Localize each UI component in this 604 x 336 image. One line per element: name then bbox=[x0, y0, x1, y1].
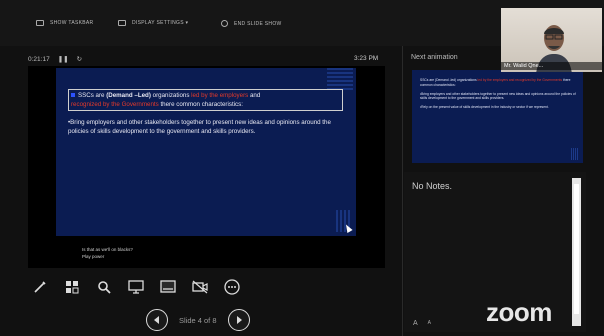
pen-tool-button[interactable] bbox=[27, 277, 53, 297]
caption-line-2: Play power bbox=[82, 254, 105, 260]
subtitles-icon bbox=[160, 280, 176, 293]
next-slide-decoration bbox=[571, 148, 579, 160]
presenter-view: SHOW TASKBAR DISPLAY SETTINGS ▾ END SLID… bbox=[0, 0, 604, 336]
current-time: 3:23 PM bbox=[354, 55, 379, 62]
camera-off-icon bbox=[192, 280, 208, 294]
next-para-1: SSCs are (Demand -led) organizations led… bbox=[420, 78, 578, 88]
end-slide-show-label: END SLIDE SHOW bbox=[234, 20, 282, 27]
display-settings-button[interactable]: DISPLAY SETTINGS ▾ bbox=[118, 20, 188, 26]
slide-tools bbox=[27, 277, 245, 297]
see-all-slides-button[interactable] bbox=[59, 277, 85, 297]
elapsed-time: 0:21:17 bbox=[28, 55, 50, 63]
next-slide-button[interactable] bbox=[227, 309, 250, 331]
end-slide-show-button[interactable]: END SLIDE SHOW bbox=[221, 20, 282, 27]
previous-icon bbox=[154, 316, 159, 324]
font-increase-button[interactable]: A bbox=[413, 320, 418, 327]
zoom-in-icon bbox=[98, 281, 111, 294]
next-slide-body: SSCs are (Demand -led) organizations led… bbox=[420, 78, 578, 110]
next-para-2: •Bring employers and other stakeholders … bbox=[420, 91, 576, 101]
headline-text-4: and bbox=[248, 92, 261, 99]
reset-icon[interactable]: ↻ bbox=[77, 55, 82, 63]
show-taskbar-label: SHOW TASKBAR bbox=[50, 20, 94, 26]
previous-slide-button[interactable] bbox=[146, 309, 168, 331]
pen-icon bbox=[34, 281, 46, 293]
black-screen-button[interactable] bbox=[123, 277, 149, 297]
slide-caption: Is that as we'll on blacks? Play power bbox=[82, 246, 133, 260]
camera-toggle-button[interactable] bbox=[187, 277, 213, 297]
next-slide-preview[interactable]: SSCs are (Demand -led) organizations led… bbox=[412, 70, 583, 163]
next-para-1b: led by the employers and recognized by t… bbox=[477, 78, 563, 82]
taskbar-icon bbox=[36, 20, 44, 26]
subtitles-button[interactable] bbox=[155, 277, 181, 297]
next-para-1a: SSCs are (Demand -led) organizations bbox=[420, 78, 478, 82]
slide-bullet: •Bring employers and other stakeholders … bbox=[68, 119, 331, 135]
headline-text-red-1: led by the employers bbox=[191, 92, 249, 99]
display-settings-label: DISPLAY SETTINGS ▾ bbox=[132, 20, 189, 26]
headline-text-3: organizations bbox=[150, 92, 192, 99]
notes-font-controls: A A bbox=[413, 320, 431, 327]
headline-text-1: SSCs are bbox=[78, 92, 107, 99]
bullet-square bbox=[71, 93, 75, 98]
see-all-slides-icon bbox=[66, 281, 79, 294]
headline-text-red-2: recognized by the Governments bbox=[71, 100, 159, 108]
notes-scrollbar[interactable] bbox=[572, 178, 581, 326]
headline-text-5: there common characteristics: bbox=[158, 100, 243, 108]
show-taskbar-button[interactable]: SHOW TASKBAR bbox=[36, 20, 93, 26]
scrollbar-thumb[interactable] bbox=[574, 184, 579, 314]
more-icon bbox=[224, 279, 240, 295]
pause-icon[interactable]: ❚❚ bbox=[58, 55, 69, 63]
next-animation-label: Next animation bbox=[411, 54, 458, 61]
participant-video[interactable]: Mr. Walid Qne... bbox=[501, 8, 602, 72]
timer: 0:21:17 ❚❚ ↻ bbox=[28, 55, 82, 64]
participant-name: Mr. Walid Qne... bbox=[501, 62, 602, 70]
more-options-button[interactable] bbox=[219, 277, 245, 297]
screen-icon bbox=[128, 280, 144, 294]
speaker-notes: No Notes. bbox=[412, 181, 453, 191]
panel-divider[interactable] bbox=[402, 46, 403, 336]
headline-text-2: (Demand –Led) bbox=[106, 92, 151, 99]
slide-indicator: Slide 4 of 8 bbox=[179, 315, 217, 325]
slide-headline: SSCs are (Demand –Led) organizations led… bbox=[68, 89, 343, 112]
slide-body: SSCs are (Demand –Led) organizations led… bbox=[68, 89, 343, 136]
font-decrease-button[interactable]: A bbox=[428, 320, 431, 327]
display-icon bbox=[118, 20, 126, 26]
end-show-icon bbox=[221, 20, 228, 27]
caption-line-1: Is that as we'll on blacks? bbox=[82, 247, 133, 252]
next-para-3: •Rely on the present value of skills dev… bbox=[420, 105, 549, 110]
zoom-in-button[interactable] bbox=[91, 277, 117, 297]
next-icon bbox=[236, 316, 242, 324]
slide-navigation: Slide 4 of 8 bbox=[146, 309, 250, 331]
zoom-watermark: zoom bbox=[486, 297, 552, 327]
current-slide[interactable]: SSCs are (Demand –Led) organizations led… bbox=[56, 68, 356, 236]
slide-decoration-top bbox=[327, 68, 353, 90]
